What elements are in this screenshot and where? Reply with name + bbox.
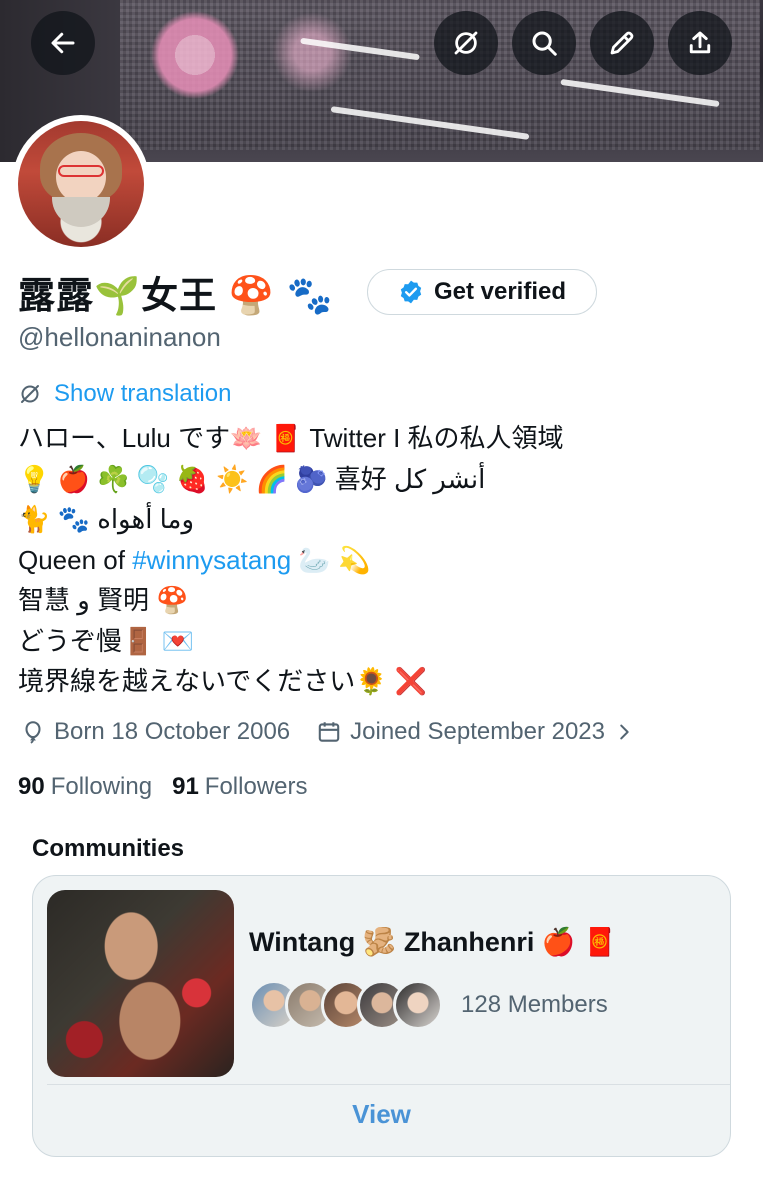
bio-line: 💡 🍎 ☘️ 🫧 🍓 ☀️ 🌈 🫐 喜好 أنشر كل — [18, 463, 486, 494]
edit-pencil-icon — [610, 31, 634, 55]
search-button[interactable] — [512, 11, 576, 75]
share-button[interactable] — [668, 11, 732, 75]
bio-line: どうぞ慢🚪 💌 — [18, 625, 194, 656]
avatar-glasses — [58, 165, 104, 177]
followers-link[interactable]: 91 Followers — [172, 773, 307, 801]
translate-off-icon — [454, 31, 478, 55]
follow-stats: 90 Following 91 Followers — [18, 773, 308, 801]
back-button[interactable] — [31, 11, 95, 75]
card-divider — [47, 1084, 730, 1085]
community-name: Wintang 🫚 Zhanhenri 🍎 🧧 — [249, 927, 617, 957]
joined-text: Joined September 2023 — [350, 718, 606, 745]
translate-off-button[interactable] — [434, 11, 498, 75]
communities-heading: Communities — [32, 835, 185, 862]
chevron-right-icon — [620, 724, 629, 740]
following-count: 90 — [18, 773, 45, 800]
avatar-face — [56, 151, 106, 203]
followers-label: Followers — [204, 773, 308, 800]
get-verified-label: Get verified — [433, 278, 567, 305]
bio-text: Queen of — [18, 544, 133, 575]
avatar-photo — [18, 121, 144, 247]
profile-bio: ハロー、Lulu です🪷 🧧 Twitter I 私の私人領域 💡 🍎 ☘️ 🫧… — [18, 418, 748, 702]
bio-line: 智慧 و 賢明 🍄 — [18, 585, 189, 615]
bio-line: ハロー、Lulu です🪷 🧧 Twitter I 私の私人領域 — [18, 423, 564, 453]
edit-button[interactable] — [590, 11, 654, 75]
bio-text: 🦢 💫 — [291, 544, 371, 575]
birthday: Born 18 October 2006 — [20, 718, 290, 746]
show-translation-label: Show translation — [54, 380, 232, 407]
community-members: 128 Members — [249, 980, 608, 1030]
following-link[interactable]: 90 Following — [18, 773, 152, 801]
following-label: Following — [50, 773, 153, 800]
bio-line: 境界線を越えないでください🌻 ❌ — [18, 666, 428, 696]
hashtag-link[interactable]: #winnysatang — [132, 545, 291, 575]
share-upload-icon — [689, 31, 711, 54]
translate-off-icon — [21, 385, 39, 403]
member-count: 128 Members — [461, 991, 608, 1018]
profile-meta: Born 18 October 2006 Joined September 20… — [20, 718, 661, 746]
followers-count: 91 — [172, 773, 199, 800]
balloon-icon — [25, 721, 41, 744]
birthday-text: Born 18 October 2006 — [54, 718, 291, 745]
view-community-button[interactable]: View — [33, 1099, 730, 1130]
display-name-row: 露露🌱女王 🍄 🐾 — [18, 264, 334, 320]
calendar-icon — [318, 722, 340, 742]
joined-date[interactable]: Joined September 2023 — [316, 718, 635, 746]
bio-line: Queen of #winnysatang 🦢 💫 — [18, 540, 748, 581]
community-thumbnail — [47, 890, 234, 1077]
show-translation-link[interactable]: Show translation — [18, 380, 231, 408]
search-icon — [532, 31, 557, 56]
community-card[interactable]: Wintang 🫚 Zhanhenri 🍎 🧧 128 Members View — [32, 875, 731, 1157]
user-handle: @hellonaninanon — [18, 322, 221, 352]
member-avatar — [393, 980, 443, 1030]
display-name: 露露🌱女王 🍄 🐾 — [18, 275, 334, 316]
get-verified-button[interactable]: Get verified — [367, 269, 597, 315]
banner-flower-graphic — [150, 10, 240, 100]
verified-badge-icon — [400, 280, 422, 304]
avatar-dessert-cup — [52, 197, 110, 227]
arrow-left-icon — [51, 32, 75, 54]
avatar[interactable] — [12, 115, 150, 253]
bio-line: 🐈 🐾 وما أهواه — [18, 504, 195, 534]
